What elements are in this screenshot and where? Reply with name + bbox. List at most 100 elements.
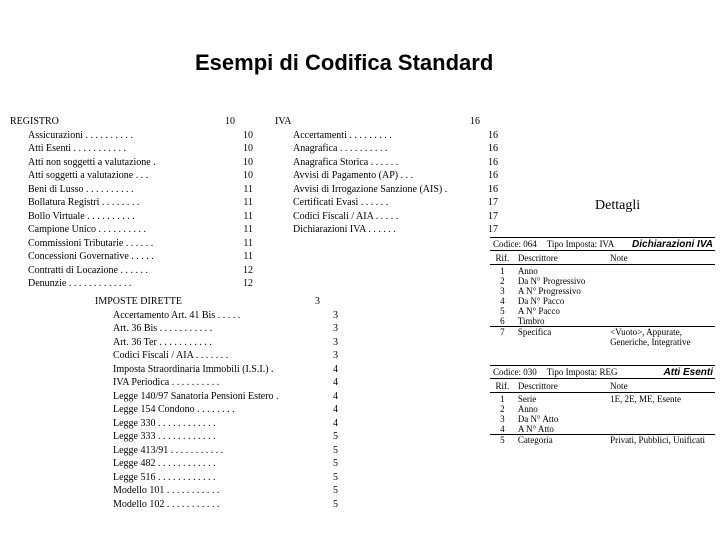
list-item-label: Art. 36 Bis . . . . . . . . . . . [113,322,212,336]
list-item-page: 11 [237,210,253,224]
cell-note [607,296,715,306]
list-item-page: 5 [327,430,338,444]
list-item-page: 10 [237,156,253,170]
list-item: IVA Periodica . . . . . . . . . . 4 [95,376,338,390]
col-rif: Rif. [490,252,515,265]
list-item: Legge 482 . . . . . . . . . . . . 5 [95,457,338,471]
col-desc: Descrittore [515,380,607,393]
list-item: Legge 140/97 Sanatoria Pensioni Estero .… [95,390,338,404]
list-item-page: 16 [482,142,498,156]
list-item-page: 5 [327,471,338,485]
list-item-page: 5 [327,457,338,471]
table-row: 7Specifica<Vuoto>, Appurate, Generiche, … [490,326,715,347]
box1-name: Dichiarazioni IVA [632,239,713,250]
box2-codice-label: Codice: [493,367,521,377]
iva-header: IVA [275,115,291,129]
table-row: 5CategoriaPrivati, Pubblici, Unificati [490,434,715,445]
list-item: Contratti di Locazione . . . . . . 12 [10,264,253,278]
list-item-page: 3 [327,336,338,350]
list-item-label: Codici Fiscali / AIA . . . . . . . [113,349,228,363]
list-item: Codici Fiscali / AIA . . . . . 17 [275,210,498,224]
list-item-label: Concessioni Governative . . . . . [28,250,154,264]
cell-desc: Anno [515,404,607,414]
list-item-label: Modello 101 . . . . . . . . . . . [113,484,219,498]
cell-rif: 4 [490,424,515,434]
cell-desc: Da N° Atto [515,414,607,424]
table-row: 3Da N° Atto [490,414,715,424]
list-item-page: 12 [237,264,253,278]
list-item: Commissioni Tributarie . . . . . . 11 [10,237,253,251]
cell-desc: Categoria [515,435,607,445]
cell-rif: 5 [490,306,515,316]
list-item-label: Legge 413/91 . . . . . . . . . . . [113,444,223,458]
table-row: 3A N° Progressivo [490,286,715,296]
list-item: Atti non soggetti a valutazione . 10 [10,156,253,170]
dettagli-label: Dettagli [595,198,640,214]
list-item: Legge 154 Condono . . . . . . . . 4 [95,403,338,417]
registro-header-page: 10 [219,115,235,129]
list-item-page: 4 [327,376,338,390]
cell-note [607,266,715,276]
list-item-label: Beni di Lusso . . . . . . . . . . [28,183,134,197]
list-item-label: Commissioni Tributarie . . . . . . [28,237,153,251]
col-note: Note [607,252,715,265]
list-item: Campione Unico . . . . . . . . . . 11 [10,223,253,237]
table-row: 2Da N° Progressivo [490,276,715,286]
list-item-label: Codici Fiscali / AIA . . . . . [293,210,398,224]
list-item: Art. 36 Bis . . . . . . . . . . . 3 [95,322,338,336]
box1-tipo: IVA [599,239,614,249]
cell-desc: Timbro [515,316,607,326]
list-item: Avvisi di Pagamento (AP) . . . 16 [275,169,498,183]
registro-list: REGISTRO 10 Assicurazioni . . . . . . . … [10,115,235,291]
cell-note: 1E, 2E, ME, Esente [607,394,715,404]
list-item: Legge 330 . . . . . . . . . . . . 4 [95,417,338,431]
list-item-label: Avvisi di Irrogazione Sanzione (AIS) . [293,183,447,197]
list-item-page: 5 [327,498,338,512]
iva-header-page: 16 [464,115,480,129]
imposte-header: IMPOSTE DIRETTE [95,295,182,309]
list-item: Certificati Evasi . . . . . . 17 [275,196,498,210]
list-item-page: 10 [237,169,253,183]
table-row: 1Anno [490,266,715,276]
list-item-page: 3 [327,309,338,323]
table-row: 6Timbro [490,316,715,326]
col-rif: Rif. [490,380,515,393]
list-item-label: IVA Periodica . . . . . . . . . . [113,376,219,390]
list-item: Bollo Virtuale . . . . . . . . . . 11 [10,210,253,224]
list-item-label: Certificati Evasi . . . . . . [293,196,388,210]
cell-desc: Specifica [515,327,607,347]
cell-desc: Anno [515,266,607,276]
list-item-page: 10 [237,129,253,143]
col-note: Note [607,380,715,393]
list-item-page: 17 [482,210,498,224]
list-item: Dichiarazioni IVA . . . . . . 17 [275,223,498,237]
list-item-label: Modello 102 . . . . . . . . . . . [113,498,219,512]
list-item-page: 17 [482,223,498,237]
list-item: Legge 413/91 . . . . . . . . . . . 5 [95,444,338,458]
list-item-label: Bollatura Registri . . . . . . . . [28,196,139,210]
cell-desc: Da N° Pacco [515,296,607,306]
cell-rif: 4 [490,296,515,306]
list-item-page: 3 [327,349,338,363]
box2-name: Atti Esenti [664,367,713,378]
cell-rif: 2 [490,404,515,414]
registro-header: REGISTRO [10,115,59,129]
list-item: Anagrafica . . . . . . . . . . 16 [275,142,498,156]
list-item: Accertamenti . . . . . . . . . 16 [275,129,498,143]
list-item-label: Campione Unico . . . . . . . . . . [28,223,146,237]
table-row: 4A N° Atto [490,424,715,434]
list-item-page: 10 [237,142,253,156]
cell-rif: 3 [490,286,515,296]
cell-note [607,424,715,434]
box1-codice: 064 [523,239,537,249]
list-item-label: Denunzie . . . . . . . . . . . . . [28,277,131,291]
list-item-page: 3 [327,322,338,336]
list-item-label: Assicurazioni . . . . . . . . . . [28,129,133,143]
list-item: Codici Fiscali / AIA . . . . . . . 3 [95,349,338,363]
cell-desc: A N° Atto [515,424,607,434]
imposte-header-page: 3 [309,295,320,309]
list-item-page: 11 [237,250,253,264]
list-item-label: Dichiarazioni IVA . . . . . . [293,223,396,237]
detail-box-dichiarazioni-iva: Codice: 064 Tipo Imposta: IVA Dichiarazi… [490,237,715,347]
list-item-page: 16 [482,183,498,197]
